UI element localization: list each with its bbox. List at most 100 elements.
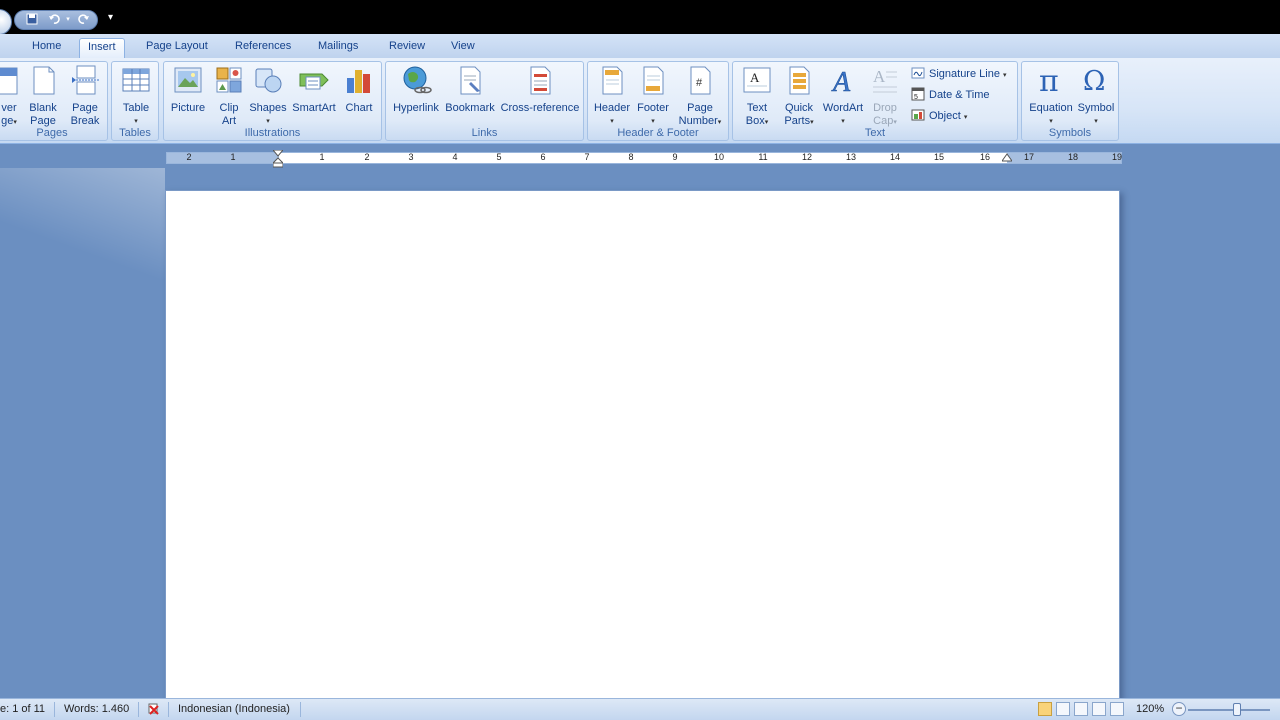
ruler-number: 12 bbox=[801, 152, 813, 162]
svg-text:A: A bbox=[873, 67, 886, 86]
page-count[interactable]: e: 1 of 11 bbox=[0, 703, 45, 715]
ruler-area: 2 1 1 2 3 4 5 6 7 8 9 10 11 12 13 14 15 … bbox=[0, 144, 1280, 168]
signature-line-button[interactable]: Signature Line ▾ bbox=[911, 65, 1007, 83]
tab-view[interactable]: View bbox=[449, 38, 477, 58]
ruler-number: 1 bbox=[230, 152, 236, 162]
blank-page-button[interactable]: Blank Page bbox=[25, 64, 61, 128]
hyperlink-button[interactable]: Hyperlink bbox=[390, 64, 442, 115]
ribbon-tabs: Home Insert Page Layout References Maili… bbox=[0, 34, 1280, 58]
header-button[interactable]: Header ▾ bbox=[592, 64, 632, 128]
page-number-icon: # bbox=[684, 64, 716, 96]
date-time-button[interactable]: 5 Date & Time bbox=[911, 86, 990, 104]
tab-mailings[interactable]: Mailings bbox=[316, 38, 360, 58]
save-icon[interactable] bbox=[25, 13, 39, 27]
zoom-level[interactable]: 120% bbox=[1136, 703, 1164, 715]
zoom-slider-track[interactable] bbox=[1188, 709, 1270, 711]
table-button[interactable]: Table ▾ bbox=[116, 64, 156, 128]
horizontal-ruler[interactable]: 2 1 1 2 3 4 5 6 7 8 9 10 11 12 13 14 15 … bbox=[166, 152, 1122, 164]
hyperlink-icon bbox=[400, 64, 432, 96]
full-screen-reading-icon[interactable] bbox=[1056, 702, 1070, 716]
tab-page-layout[interactable]: Page Layout bbox=[144, 38, 210, 58]
ruler-number: 4 bbox=[452, 152, 458, 162]
symbol-button[interactable]: Ω Symbol ▾ bbox=[1076, 64, 1116, 128]
chart-button[interactable]: Chart bbox=[340, 64, 378, 115]
drop-cap-button[interactable]: A Drop Cap▾ bbox=[867, 64, 903, 129]
equation-button[interactable]: π Equation ▾ bbox=[1026, 64, 1076, 128]
group-pages: ver ge▾ Blank Page Page Break Pages bbox=[0, 61, 108, 141]
cover-page-button[interactable]: ver ge▾ bbox=[0, 64, 21, 129]
object-button[interactable]: Object ▾ bbox=[911, 107, 967, 125]
tab-home[interactable]: Home bbox=[30, 38, 63, 58]
document-page[interactable] bbox=[165, 190, 1120, 700]
cross-reference-icon bbox=[524, 64, 556, 96]
footer-button[interactable]: Footer ▾ bbox=[632, 64, 674, 128]
picture-button[interactable]: Picture bbox=[168, 64, 208, 115]
ruler-number: 10 bbox=[713, 152, 725, 162]
web-layout-icon[interactable] bbox=[1074, 702, 1088, 716]
group-text: A Text Box▾ Quick Parts▾ A WordArt ▾ A D… bbox=[732, 61, 1018, 141]
smartart-button[interactable]: SmartArt bbox=[290, 64, 338, 115]
svg-text:Ω: Ω bbox=[1083, 66, 1105, 96]
divider bbox=[54, 702, 55, 717]
group-label-tables: Tables bbox=[119, 127, 151, 139]
group-tables: Table ▾ Tables bbox=[111, 61, 159, 141]
tab-review[interactable]: Review bbox=[387, 38, 427, 58]
page-number-button[interactable]: # Page Number▾ bbox=[674, 64, 726, 129]
ruler-number: 15 bbox=[933, 152, 945, 162]
quick-parts-button[interactable]: Quick Parts▾ bbox=[779, 64, 819, 129]
wordart-button[interactable]: A WordArt ▾ bbox=[819, 64, 867, 128]
shapes-icon bbox=[252, 64, 284, 96]
svg-text:#: # bbox=[696, 77, 703, 89]
text-box-icon: A bbox=[741, 64, 773, 96]
title-bar: ▾ ▾ bbox=[0, 0, 1280, 35]
footer-icon bbox=[637, 64, 669, 96]
tab-references[interactable]: References bbox=[233, 38, 293, 58]
ruler-number: 7 bbox=[584, 152, 590, 162]
page-break-icon bbox=[69, 64, 101, 96]
bookmark-button[interactable]: Bookmark bbox=[444, 64, 496, 115]
proofing-icon[interactable] bbox=[146, 701, 162, 720]
print-layout-icon[interactable] bbox=[1038, 702, 1052, 716]
signature-line-icon bbox=[911, 66, 925, 80]
clip-art-button[interactable]: Clip Art bbox=[212, 64, 246, 128]
zoom-out-button[interactable]: − bbox=[1172, 702, 1186, 716]
language-indicator[interactable]: Indonesian (Indonesia) bbox=[178, 703, 290, 715]
bookmark-icon bbox=[454, 64, 486, 96]
word-count[interactable]: Words: 1.460 bbox=[64, 703, 129, 715]
chart-icon bbox=[343, 64, 375, 96]
group-label-text: Text bbox=[864, 127, 886, 139]
draft-icon[interactable] bbox=[1110, 702, 1124, 716]
quick-parts-icon bbox=[783, 64, 815, 96]
outline-icon[interactable] bbox=[1092, 702, 1106, 716]
tab-insert[interactable]: Insert bbox=[79, 38, 125, 58]
pi-icon: π bbox=[1035, 64, 1067, 99]
group-label-pages: Pages bbox=[36, 127, 68, 139]
cross-reference-button[interactable]: Cross-reference bbox=[498, 64, 582, 115]
group-header-footer: Header ▾ Footer ▾ # Page Number▾ Header … bbox=[587, 61, 729, 141]
ruler-number: 9 bbox=[672, 152, 678, 162]
header-icon bbox=[596, 64, 628, 96]
wordart-icon: A bbox=[827, 64, 859, 99]
page-break-button[interactable]: Page Break bbox=[65, 64, 105, 128]
first-line-indent-marker[interactable] bbox=[273, 150, 283, 168]
zoom-slider-thumb[interactable] bbox=[1233, 703, 1241, 716]
ribbon: ver ge▾ Blank Page Page Break Pages Tabl… bbox=[0, 58, 1280, 144]
object-icon bbox=[911, 108, 925, 122]
redo-icon[interactable] bbox=[77, 13, 91, 27]
group-label-header-footer: Header & Footer bbox=[617, 127, 699, 139]
group-links: Hyperlink Bookmark Cross-reference Links bbox=[385, 61, 584, 141]
divider bbox=[300, 702, 301, 717]
undo-dropdown-icon[interactable]: ▾ bbox=[61, 13, 75, 27]
undo-icon[interactable] bbox=[47, 13, 61, 27]
divider bbox=[168, 702, 169, 717]
omega-icon: Ω bbox=[1080, 64, 1112, 97]
svg-text:A: A bbox=[831, 67, 851, 96]
shapes-button[interactable]: Shapes ▾ bbox=[248, 64, 288, 128]
office-button[interactable] bbox=[0, 9, 12, 35]
smartart-icon bbox=[298, 64, 330, 96]
text-box-button[interactable]: A Text Box▾ bbox=[737, 64, 777, 129]
right-indent-marker[interactable] bbox=[1002, 153, 1012, 163]
ruler-number: 2 bbox=[364, 152, 370, 162]
quick-access-toolbar: ▾ bbox=[14, 10, 98, 30]
customize-qat-icon[interactable]: ▾ bbox=[108, 12, 113, 23]
